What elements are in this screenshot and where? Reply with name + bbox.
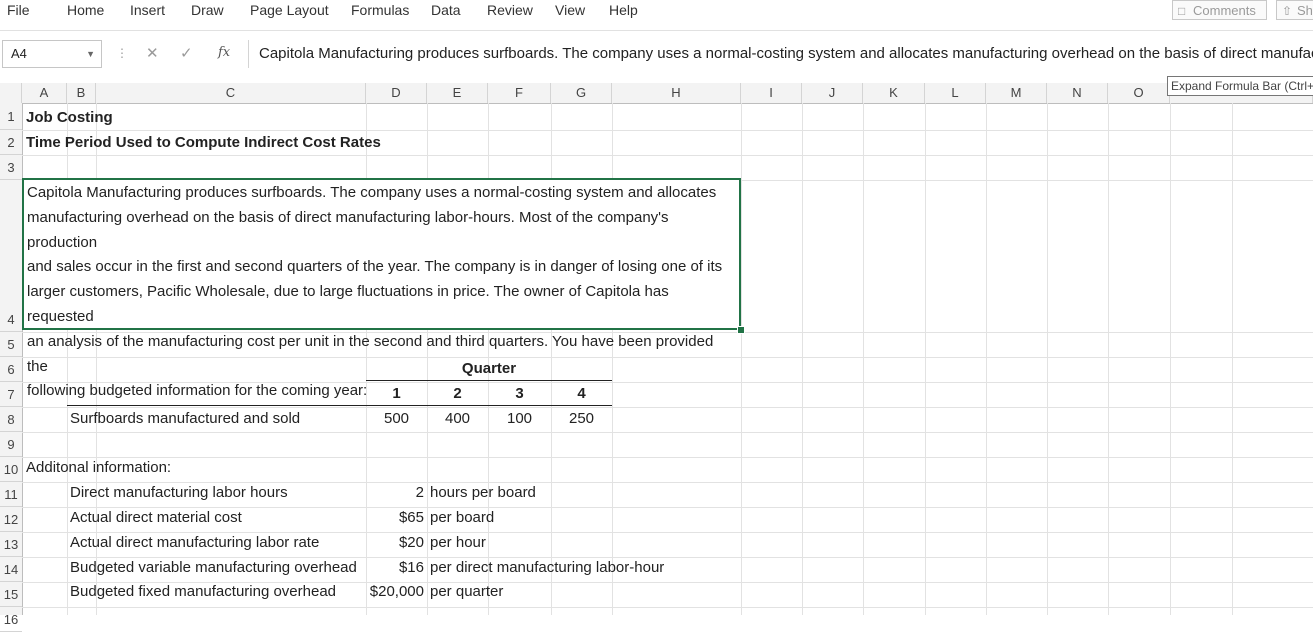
menu-formulas[interactable]: Formulas xyxy=(351,0,409,20)
expand-formula-bar-tooltip: Expand Formula Bar (Ctrl+S xyxy=(1167,76,1313,96)
column-header-d[interactable]: D xyxy=(366,83,427,103)
row-header-9[interactable]: 9 xyxy=(0,432,22,457)
surfboards-q4[interactable]: 250 xyxy=(551,410,612,427)
chevron-down-icon[interactable]: ▼ xyxy=(86,41,95,67)
row-header-1[interactable]: 1 xyxy=(0,103,22,130)
fill-handle[interactable] xyxy=(737,326,745,334)
quarter-header[interactable]: Quarter xyxy=(427,360,551,377)
row-header-15[interactable]: 15 xyxy=(0,582,22,607)
quarter-3-header[interactable]: 3 xyxy=(488,385,551,402)
name-box[interactable]: A4 ▼ xyxy=(2,40,102,68)
menu-file[interactable]: File xyxy=(7,0,30,20)
menu-data[interactable]: Data xyxy=(431,0,461,20)
description-text: Capitola Manufacturing produces surfboar… xyxy=(27,181,737,404)
row-header-11[interactable]: 11 xyxy=(0,482,22,507)
menu-insert[interactable]: Insert xyxy=(130,0,165,20)
column-header-g[interactable]: G xyxy=(551,83,612,103)
info-unit[interactable]: per hour xyxy=(430,534,486,551)
row-header-7[interactable]: 7 xyxy=(0,382,22,407)
info-value[interactable]: $20 xyxy=(366,534,424,551)
enter-check-icon[interactable]: ✓ xyxy=(180,44,193,62)
row-header-12[interactable]: 12 xyxy=(0,507,22,532)
name-box-value: A4 xyxy=(11,46,27,61)
row-header-13[interactable]: 13 xyxy=(0,532,22,557)
row-header-8[interactable]: 8 xyxy=(0,407,22,432)
info-value[interactable]: 2 xyxy=(366,484,424,501)
more-options-icon[interactable]: ⋮ xyxy=(116,46,128,60)
menu-help[interactable]: Help xyxy=(609,0,638,20)
row-header-5[interactable]: 5 xyxy=(0,332,22,357)
menu-review[interactable]: Review xyxy=(487,0,533,20)
column-header-b[interactable]: B xyxy=(67,83,96,103)
share-label: Sh xyxy=(1297,3,1313,18)
description-line: and sales occur in the first and second … xyxy=(27,258,723,276)
menu-view[interactable]: View xyxy=(555,0,585,20)
column-header-i[interactable]: I xyxy=(741,83,802,103)
column-header-h[interactable]: H xyxy=(612,83,741,103)
row-header-14[interactable]: 14 xyxy=(0,557,22,582)
menu-draw[interactable]: Draw xyxy=(191,0,224,20)
info-unit[interactable]: per quarter xyxy=(430,583,503,600)
row-header-10[interactable]: 10 xyxy=(0,457,22,482)
column-header-n[interactable]: N xyxy=(1047,83,1108,103)
info-label[interactable]: Actual direct manufacturing labor rate xyxy=(70,534,319,551)
surfboards-label[interactable]: Surfboards manufactured and sold xyxy=(70,410,300,427)
info-unit[interactable]: per board xyxy=(430,509,494,526)
surfboards-q2[interactable]: 400 xyxy=(427,410,488,427)
menu-home[interactable]: Home xyxy=(67,0,104,20)
menu-bar: File Home Insert Draw Page Layout Formul… xyxy=(0,0,1313,31)
formula-input[interactable]: Capitola Manufacturing produces surfboar… xyxy=(248,40,1313,68)
column-headers: A B C D E F G H I J K L M N O xyxy=(0,83,1313,104)
quarter-2-header[interactable]: 2 xyxy=(427,385,488,402)
cancel-icon[interactable]: ✕ xyxy=(146,44,159,62)
insert-function-icon[interactable]: fx xyxy=(218,45,230,60)
description-line: larger customers, Pacific Wholesale, due… xyxy=(27,283,669,325)
info-label[interactable]: Budgeted variable manufacturing overhead xyxy=(70,559,357,576)
info-unit[interactable]: hours per board xyxy=(430,484,536,501)
info-label[interactable]: Actual direct material cost xyxy=(70,509,242,526)
info-value[interactable]: $65 xyxy=(366,509,424,526)
quarter-header-border xyxy=(366,380,612,381)
quarter-4-header[interactable]: 4 xyxy=(551,385,612,402)
row-header-3[interactable]: 3 xyxy=(0,155,22,180)
row-headers: 1 2 3 4 5 6 7 8 9 10 11 12 13 14 15 16 xyxy=(0,103,23,632)
column-header-a[interactable]: A xyxy=(22,83,67,103)
menu-page-layout[interactable]: Page Layout xyxy=(250,0,329,20)
description-line: Capitola Manufacturing produces surfboar… xyxy=(27,184,717,201)
column-header-j[interactable]: J xyxy=(802,83,863,103)
column-header-c[interactable]: C xyxy=(96,83,366,103)
description-line: an analysis of the manufacturing cost pe… xyxy=(27,332,714,375)
surfboards-q1[interactable]: 500 xyxy=(366,410,427,427)
column-header-l[interactable]: L xyxy=(925,83,986,103)
info-label[interactable]: Direct manufacturing labor hours xyxy=(70,484,288,501)
comment-icon: □ xyxy=(1178,4,1186,18)
column-header-m[interactable]: M xyxy=(986,83,1047,103)
info-value[interactable]: $16 xyxy=(366,559,424,576)
column-header-e[interactable]: E xyxy=(427,83,488,103)
share-button[interactable]: ⇧ Sh xyxy=(1276,0,1313,20)
comments-label: Comments xyxy=(1193,3,1256,18)
sheet-title[interactable]: Job Costing xyxy=(26,109,113,126)
info-unit[interactable]: per direct manufacturing labor-hour xyxy=(430,559,664,576)
additional-info-label[interactable]: Additonal information: xyxy=(26,459,171,476)
column-header-o[interactable]: O xyxy=(1108,83,1170,103)
sheet-subtitle[interactable]: Time Period Used to Compute Indirect Cos… xyxy=(26,134,381,151)
row-header-2[interactable]: 2 xyxy=(0,130,22,155)
column-header-k[interactable]: K xyxy=(863,83,925,103)
row-header-6[interactable]: 6 xyxy=(0,357,22,382)
quarter-1-header[interactable]: 1 xyxy=(366,385,427,402)
row-header-4[interactable]: 4 xyxy=(0,180,22,332)
select-all-corner[interactable] xyxy=(0,83,22,103)
table-header-border xyxy=(67,405,612,406)
row-header-16[interactable]: 16 xyxy=(0,607,22,632)
share-icon: ⇧ xyxy=(1282,4,1293,18)
surfboards-q3[interactable]: 100 xyxy=(488,410,551,427)
column-header-f[interactable]: F xyxy=(488,83,551,103)
info-label[interactable]: Budgeted fixed manufacturing overhead xyxy=(70,583,336,600)
comments-button[interactable]: □ Comments xyxy=(1172,0,1267,20)
description-line: manufacturing overhead on the basis of d… xyxy=(27,208,669,251)
info-value[interactable]: $20,000 xyxy=(360,583,424,600)
